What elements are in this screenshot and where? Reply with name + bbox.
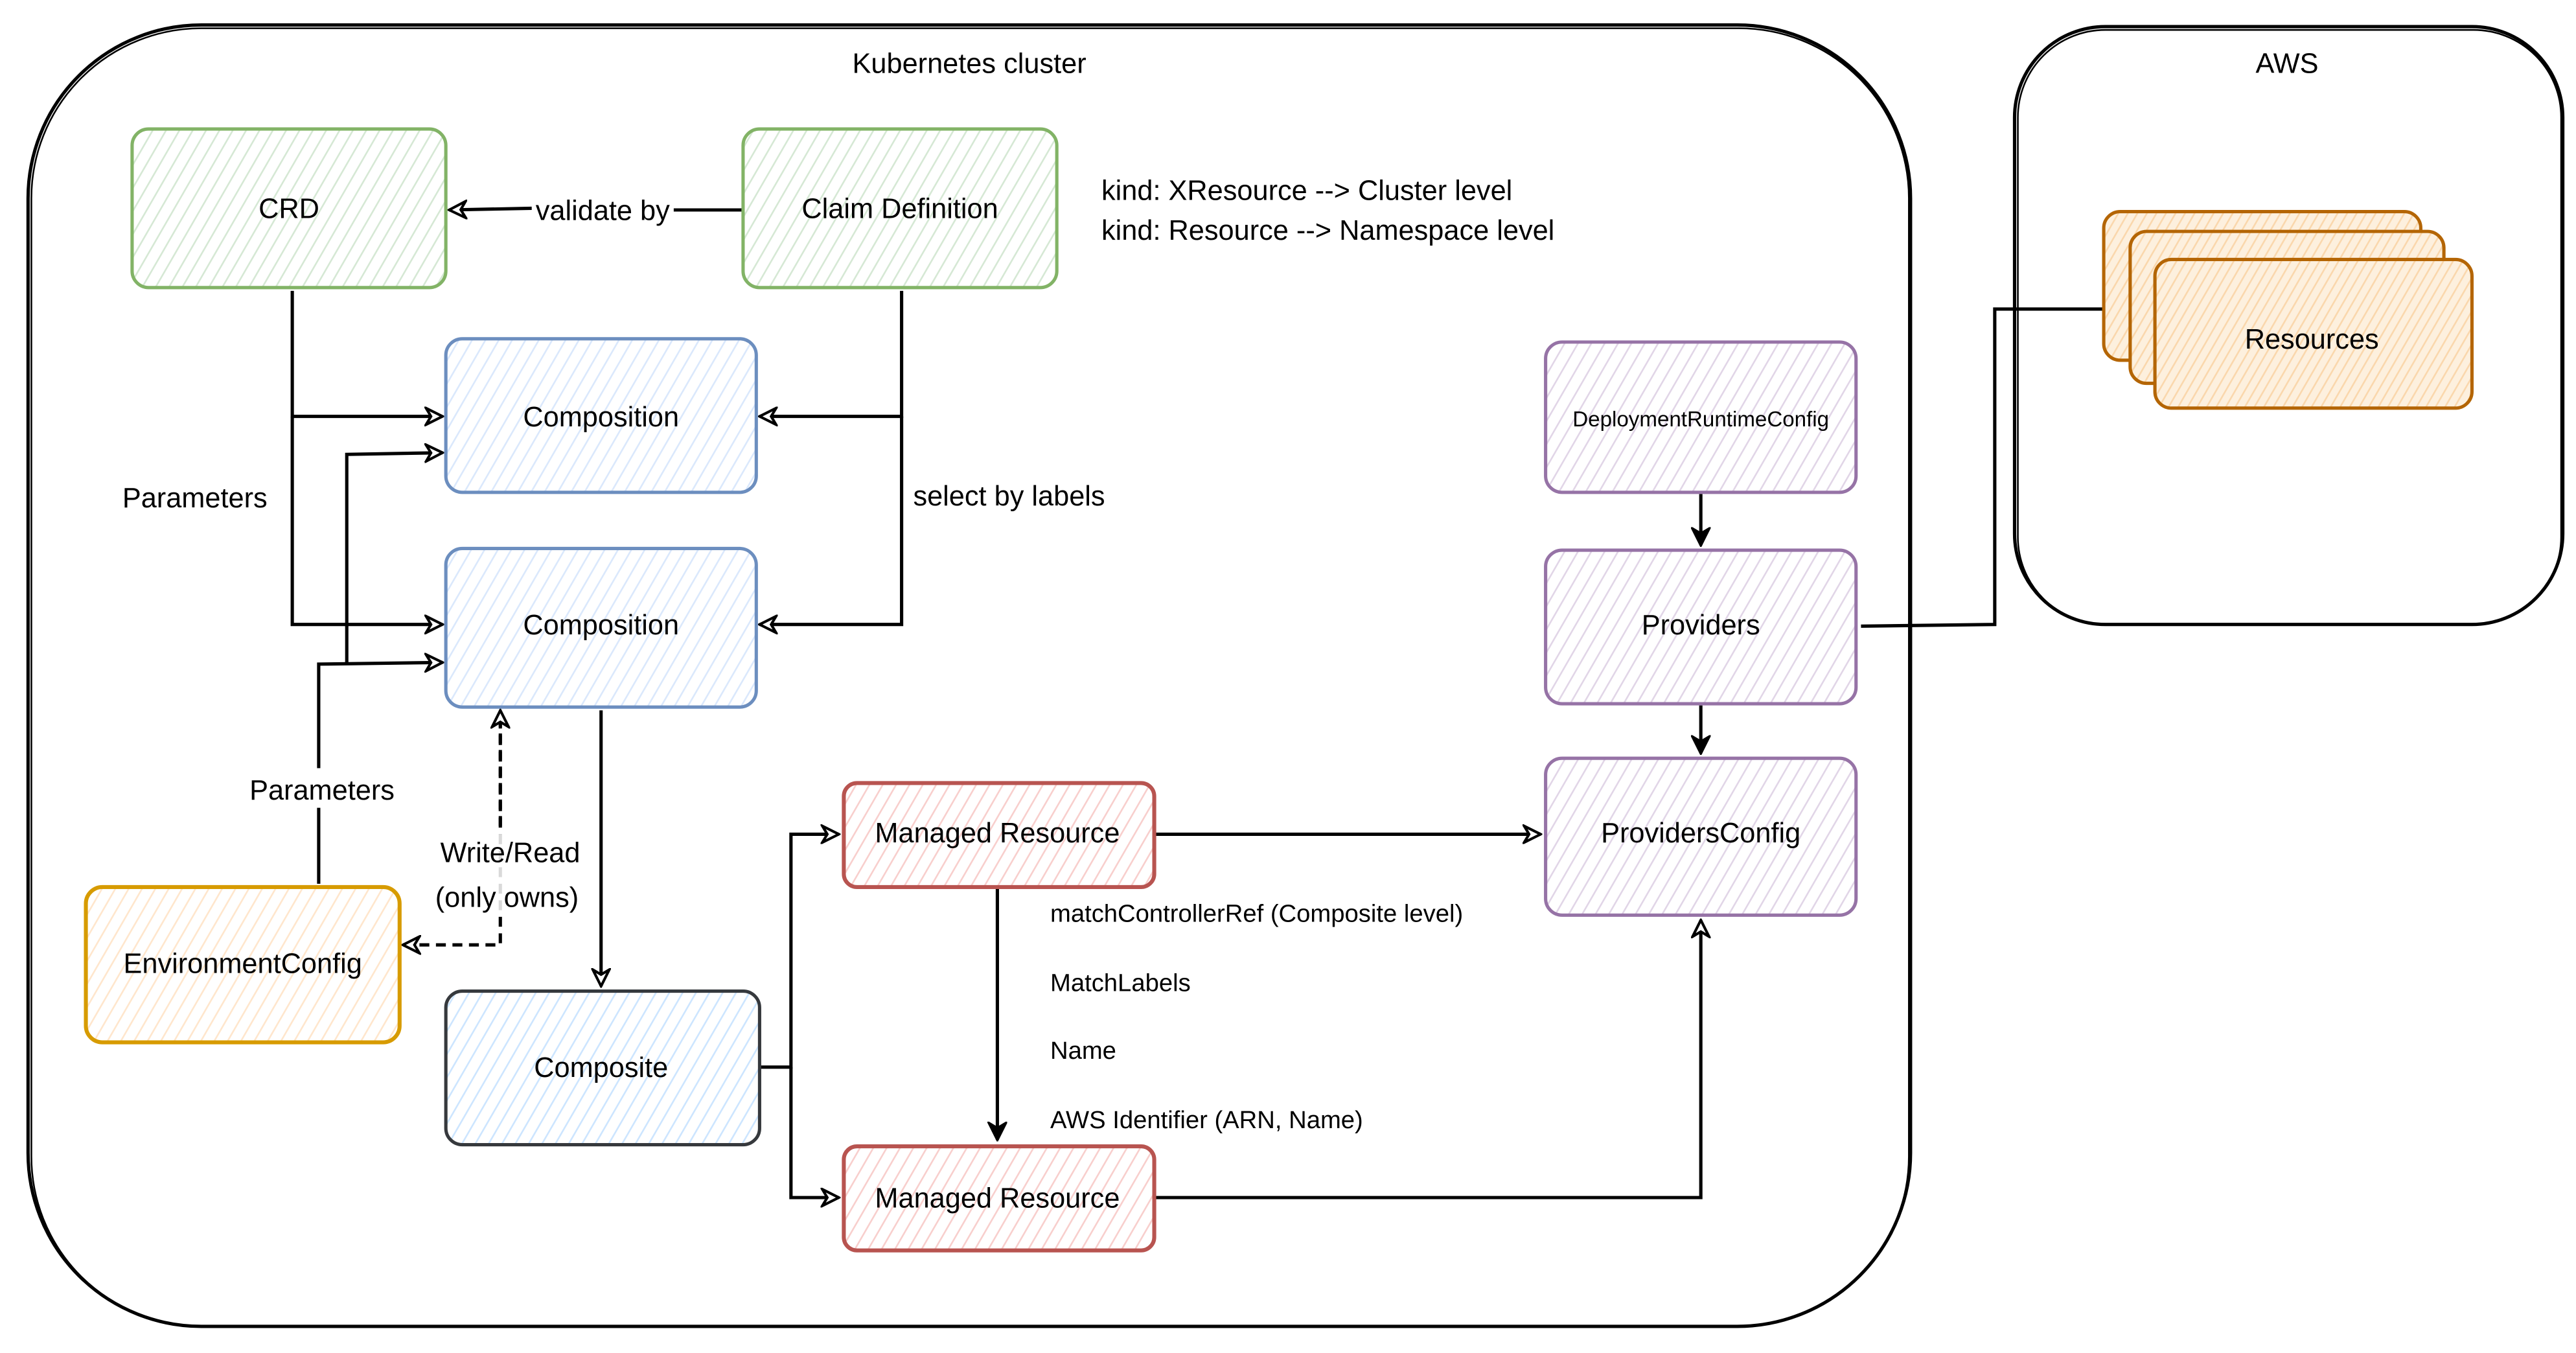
node-composition-1-label: Composition <box>523 402 679 433</box>
node-composition-2-label: Composition <box>523 610 679 641</box>
node-resources-label: Resources <box>2245 324 2379 355</box>
edge-label-select-by-labels: select by labels <box>913 481 1105 512</box>
node-providers[interactable]: Providers <box>1544 548 1858 706</box>
edge-label-write-read: Write/Read <box>441 838 581 869</box>
node-crd-label: CRD <box>259 194 319 225</box>
node-resources[interactable]: Resources <box>2102 209 2474 410</box>
node-claim-definition[interactable]: Claim Definition <box>741 127 1059 290</box>
edge-composite-mr-1 <box>759 834 838 1069</box>
note-match-labels: MatchLabels <box>1050 969 1191 997</box>
architecture-diagram: Kubernetes cluster AWS validate by Param… <box>26 23 2565 1328</box>
node-managed-resource-2-label: Managed Resource <box>875 1183 1120 1214</box>
node-claim-definition-label: Claim Definition <box>801 194 998 225</box>
note-kind-resource: kind: Resource --> Namespace level <box>1101 215 1554 246</box>
note-match-controller-ref: matchControllerRef (Composite level) <box>1050 899 1463 927</box>
node-providers-config[interactable]: ProvidersConfig <box>1544 756 1858 917</box>
node-composition-2[interactable]: Composition <box>444 546 758 709</box>
edge-crd-composition-1 <box>290 290 443 417</box>
node-deployment-runtime-config-label: DeploymentRuntimeConfig <box>1572 408 1829 432</box>
edge-crd-composition-2 <box>290 416 443 625</box>
edge-label-parameters-env: Parameters <box>249 775 395 806</box>
node-environment-config-label: EnvironmentConfig <box>123 948 362 979</box>
kubernetes-cluster-label: Kubernetes cluster <box>853 48 1087 79</box>
node-providers-config-label: ProvidersConfig <box>1601 818 1800 849</box>
note-aws-identifier: AWS Identifier (ARN, Name) <box>1050 1106 1363 1134</box>
edge-label-parameters-crd: Parameters <box>122 483 268 514</box>
node-managed-resource-2[interactable]: Managed Resource <box>842 1144 1156 1253</box>
node-managed-resource-1[interactable]: Managed Resource <box>842 781 1156 890</box>
node-composite-label: Composite <box>534 1052 668 1083</box>
node-providers-label: Providers <box>1642 610 1760 641</box>
edge-providers-resources <box>1861 309 2126 628</box>
notes: kind: XResource --> Cluster level kind: … <box>1050 176 1554 1134</box>
edge-mr2-providersconfig <box>1156 920 1701 1199</box>
edge-claim-composition-1 <box>759 290 904 417</box>
aws-label: AWS <box>2255 48 2318 79</box>
node-composite[interactable]: Composite <box>444 989 761 1147</box>
node-deployment-runtime-config[interactable]: DeploymentRuntimeConfig <box>1544 340 1858 494</box>
edge-label-only-owns: (only owns) <box>435 883 579 914</box>
node-composition-1[interactable]: Composition <box>444 337 758 494</box>
edge-env-composition-1 <box>345 453 443 664</box>
note-kind-xresource: kind: XResource --> Cluster level <box>1101 176 1512 207</box>
edge-composite-mr-2 <box>789 1067 839 1197</box>
node-environment-config[interactable]: EnvironmentConfig <box>84 885 402 1045</box>
note-name: Name <box>1050 1037 1116 1065</box>
node-crd[interactable]: CRD <box>130 127 448 290</box>
node-managed-resource-1-label: Managed Resource <box>875 818 1120 849</box>
edge-label-validate-by: validate by <box>536 195 670 226</box>
edge-claim-composition-2 <box>759 416 904 625</box>
